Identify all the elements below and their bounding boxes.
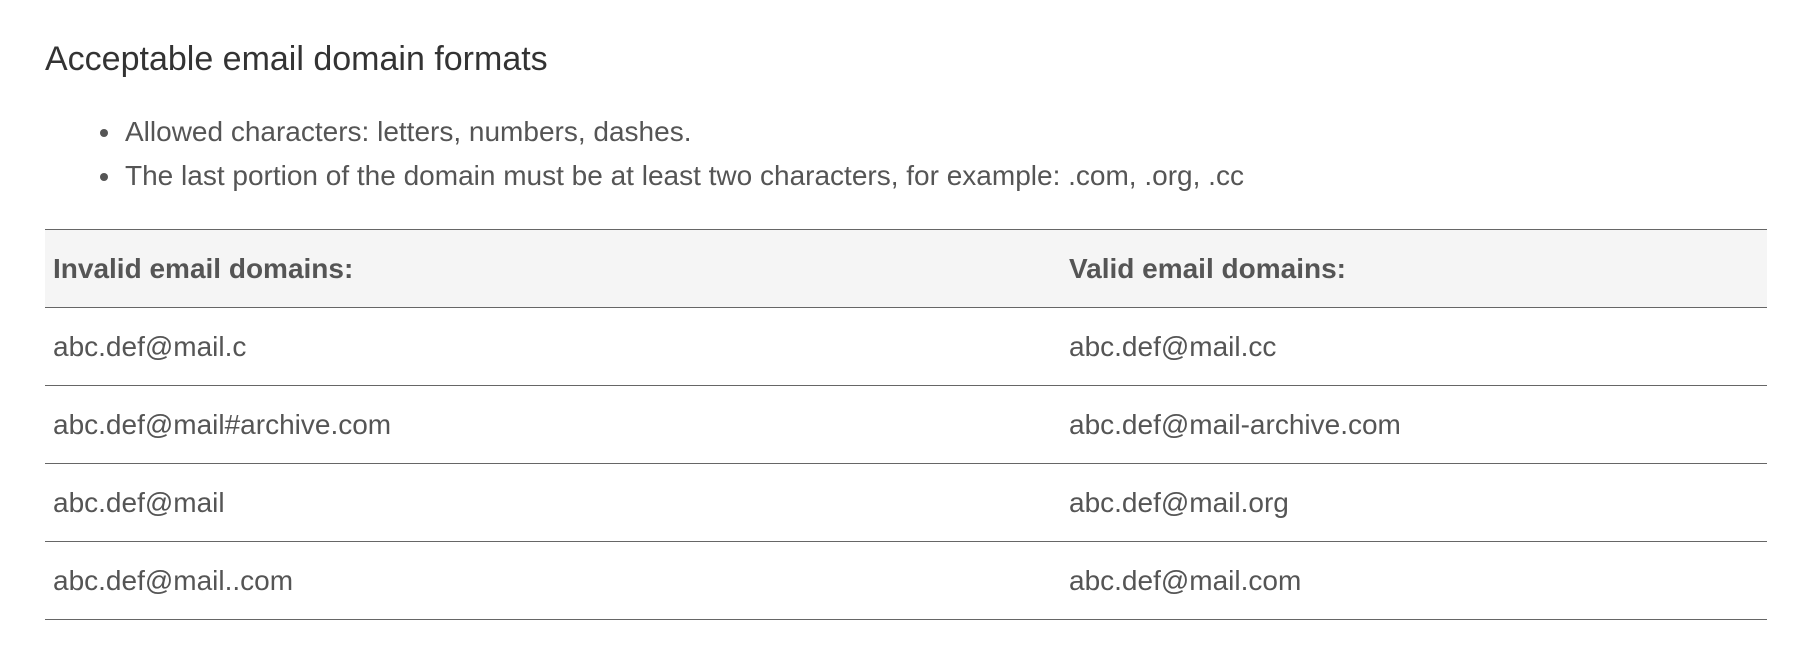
rule-item: Allowed characters: letters, numbers, da…	[100, 110, 1244, 154]
rule-text: The last portion of the domain must be a…	[125, 160, 1244, 191]
rule-text: Allowed characters: letters, numbers, da…	[125, 116, 692, 147]
table-row: abc.def@mail abc.def@mail.org	[45, 463, 1767, 542]
invalid-domain-cell: abc.def@mail	[45, 463, 1061, 542]
email-domains-table: Invalid email domains: Valid email domai…	[45, 229, 1767, 620]
rules-list: Allowed characters: letters, numbers, da…	[45, 110, 1244, 198]
table-row: abc.def@mail..com abc.def@mail.com	[45, 541, 1767, 620]
header-invalid-domains: Invalid email domains:	[45, 229, 1061, 308]
section-title: Acceptable email domain formats	[45, 40, 548, 78]
header-valid-domains: Valid email domains:	[1061, 229, 1767, 308]
invalid-domain-cell: abc.def@mail..com	[45, 541, 1061, 620]
bullet-dot-icon	[100, 173, 108, 181]
invalid-domain-cell: abc.def@mail#archive.com	[45, 385, 1061, 464]
table-header-row: Invalid email domains: Valid email domai…	[45, 229, 1767, 308]
valid-domain-cell: abc.def@mail.cc	[1061, 307, 1767, 386]
valid-domain-cell: abc.def@mail-archive.com	[1061, 385, 1767, 464]
table-row: abc.def@mail#archive.com abc.def@mail-ar…	[45, 385, 1767, 464]
invalid-domain-cell: abc.def@mail.c	[45, 307, 1061, 386]
valid-domain-cell: abc.def@mail.org	[1061, 463, 1767, 542]
valid-domain-cell: abc.def@mail.com	[1061, 541, 1767, 620]
table-row: abc.def@mail.c abc.def@mail.cc	[45, 307, 1767, 386]
bullet-dot-icon	[100, 129, 108, 137]
rule-item: The last portion of the domain must be a…	[100, 154, 1244, 198]
